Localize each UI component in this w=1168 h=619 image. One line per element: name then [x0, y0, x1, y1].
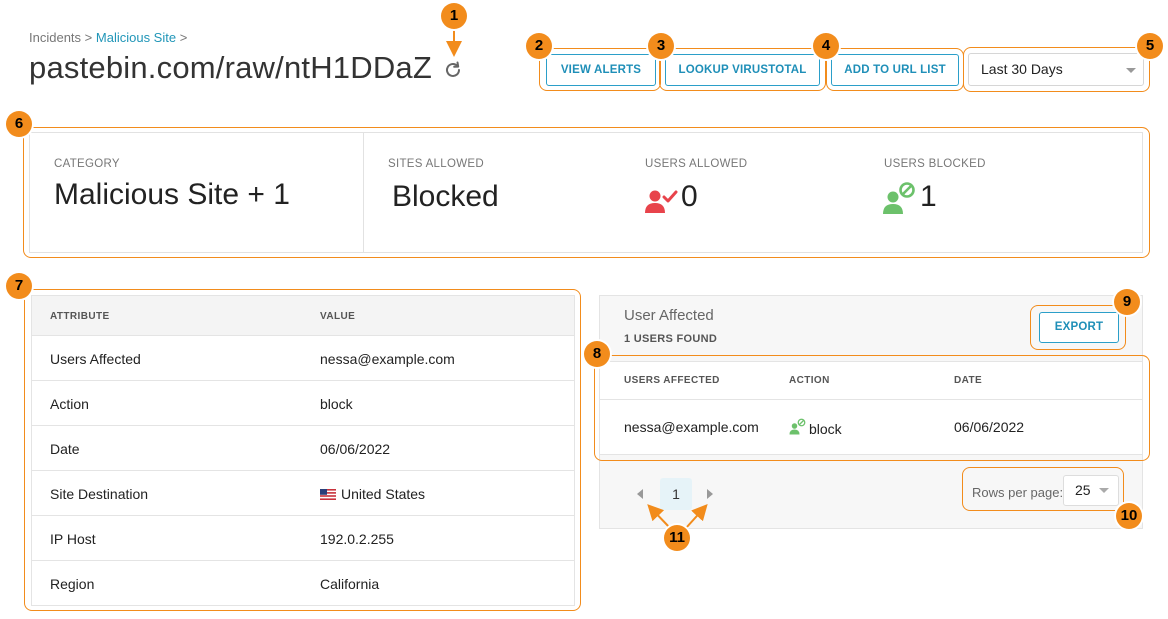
- attribute-name: Site Destination: [50, 486, 149, 502]
- breadcrumb-link-malicious-site[interactable]: Malicious Site: [96, 30, 176, 45]
- user-affected-title: User Affected: [624, 307, 714, 324]
- attribute-name: Users Affected: [50, 351, 141, 367]
- callout-badge: 11: [664, 525, 690, 551]
- attribute-table: ATTRIBUTE VALUE Users Affected nessa@exa…: [31, 295, 575, 606]
- page-title: pastebin.com/raw/ntH1DDaZ: [29, 50, 432, 85]
- us-flag-icon: [320, 489, 336, 500]
- table-row: Date 06/06/2022: [32, 426, 574, 471]
- users-allowed-value: 0: [681, 180, 698, 213]
- sites-allowed-value: Blocked: [392, 180, 499, 213]
- attribute-name: Region: [50, 576, 95, 592]
- callout-badge: 2: [526, 33, 552, 59]
- users-affected-column-header[interactable]: USERS AFFECTED: [624, 375, 720, 386]
- attribute-value: California: [320, 576, 380, 592]
- site-destination-text: United States: [341, 486, 426, 502]
- chevron-down-icon: [1126, 68, 1136, 73]
- users-allowed-label: USERS ALLOWED: [645, 158, 748, 170]
- action-cell: block: [809, 421, 842, 437]
- export-button[interactable]: EXPORT: [1039, 312, 1119, 343]
- callout-badge: 8: [584, 341, 610, 367]
- add-to-url-list-button[interactable]: ADD TO URL LIST: [831, 54, 959, 86]
- sites-allowed-label: SITES ALLOWED: [388, 158, 484, 170]
- attribute-value: 06/06/2022: [320, 441, 391, 457]
- callout-badge: 9: [1114, 289, 1140, 315]
- page-number-button[interactable]: 1: [660, 478, 692, 510]
- attribute-name: Action: [50, 396, 89, 412]
- user-email-cell: nessa@example.com: [624, 419, 759, 435]
- table-row: Action block: [32, 381, 574, 426]
- previous-page-icon[interactable]: [637, 489, 643, 499]
- users-found-count: 1 USERS FOUND: [624, 333, 718, 345]
- table-row: Users Affected nessa@example.com: [32, 336, 574, 381]
- table-row: Site Destination United States: [32, 471, 574, 516]
- callout-badge: 1: [441, 3, 467, 29]
- user-blocked-icon: [883, 182, 915, 214]
- breadcrumb-root[interactable]: Incidents: [29, 30, 81, 45]
- attribute-value: nessa@example.com: [320, 351, 455, 367]
- callout-badge: 3: [648, 33, 674, 59]
- user-allowed-icon: [645, 190, 678, 213]
- user-blocked-icon: [789, 418, 806, 435]
- breadcrumb: Incidents > Malicious Site >: [29, 30, 187, 45]
- breadcrumb-separator: >: [84, 30, 93, 45]
- summary-divider: [363, 132, 364, 253]
- breadcrumb-separator: >: [179, 30, 188, 45]
- rows-per-page-value: 25: [1075, 482, 1091, 498]
- date-column-header[interactable]: DATE: [954, 375, 982, 386]
- attribute-value: block: [320, 396, 353, 412]
- callout-badge: 10: [1116, 503, 1142, 529]
- callout-badge: 4: [813, 33, 839, 59]
- rows-per-page-label: Rows per page:: [972, 485, 1064, 500]
- attribute-name: Date: [50, 441, 80, 457]
- attribute-value: 192.0.2.255: [320, 531, 394, 547]
- action-column-header[interactable]: ACTION: [789, 375, 830, 386]
- date-cell: 06/06/2022: [954, 419, 1025, 435]
- date-range-select[interactable]: Last 30 Days: [968, 53, 1144, 86]
- table-row: Region California: [32, 561, 574, 606]
- category-label: CATEGORY: [54, 158, 120, 170]
- attribute-column-header[interactable]: ATTRIBUTE: [50, 311, 110, 322]
- refresh-icon[interactable]: [442, 59, 464, 81]
- attribute-value: United States: [320, 486, 425, 502]
- category-value: Malicious Site + 1: [54, 178, 290, 211]
- value-column-header[interactable]: VALUE: [320, 311, 355, 322]
- rows-per-page-select[interactable]: 25: [1063, 475, 1119, 506]
- date-range-value: Last 30 Days: [981, 61, 1063, 77]
- table-row: IP Host 192.0.2.255: [32, 516, 574, 561]
- users-blocked-value: 1: [920, 180, 937, 213]
- callout-badge: 5: [1137, 33, 1163, 59]
- next-page-icon[interactable]: [707, 489, 713, 499]
- chevron-down-icon: [1099, 488, 1109, 493]
- callout-badge: 6: [6, 111, 32, 137]
- users-blocked-label: USERS BLOCKED: [884, 158, 986, 170]
- callout-badge: 7: [6, 273, 32, 299]
- attribute-name: IP Host: [50, 531, 96, 547]
- table-header: ATTRIBUTE VALUE: [32, 296, 574, 336]
- table-header-divider: [600, 399, 1142, 400]
- lookup-virustotal-button[interactable]: LOOKUP VIRUSTOTAL: [665, 54, 820, 86]
- view-alerts-button[interactable]: VIEW ALERTS: [546, 54, 656, 86]
